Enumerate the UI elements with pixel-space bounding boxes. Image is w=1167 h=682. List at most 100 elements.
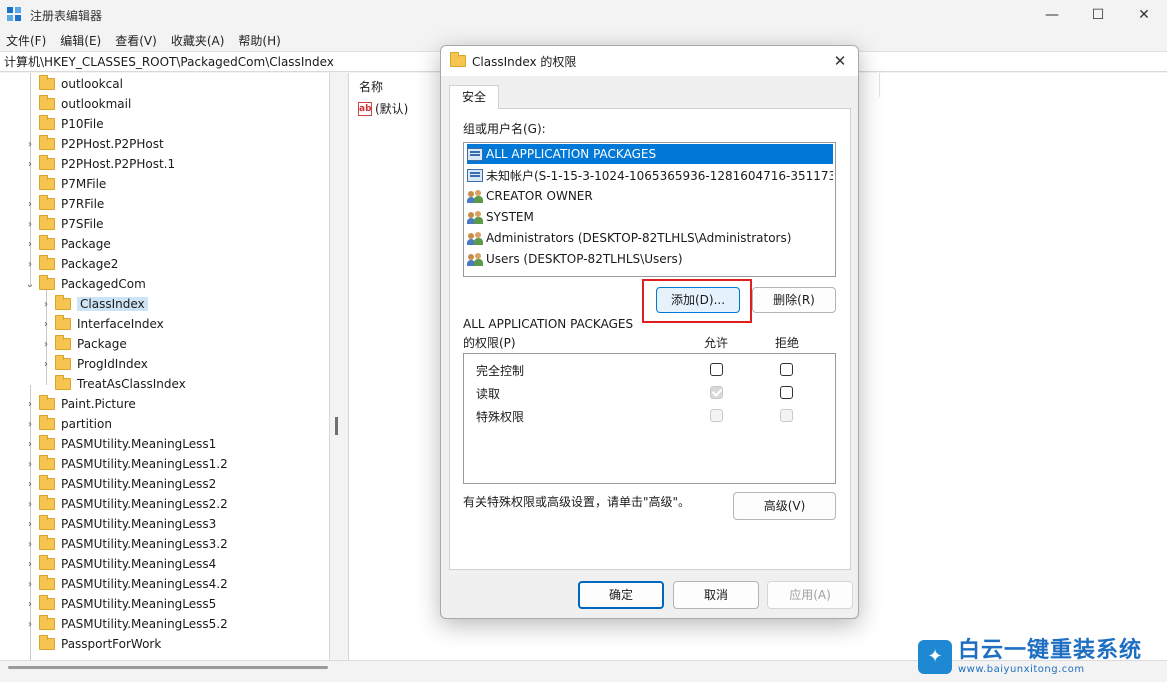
- chevron-right-icon[interactable]: ›: [25, 419, 35, 430]
- tree-item-label: Package: [77, 337, 127, 351]
- add-button[interactable]: 添加(D)...: [656, 287, 740, 313]
- deny-checkbox[interactable]: [780, 363, 793, 376]
- principal-item[interactable]: SYSTEM: [467, 207, 833, 227]
- pane-splitter[interactable]: [330, 73, 348, 660]
- horizontal-scrollbar[interactable]: [8, 666, 328, 669]
- minimize-button[interactable]: —: [1029, 0, 1075, 30]
- package-icon: [467, 147, 483, 161]
- principal-name: SYSTEM: [486, 210, 534, 224]
- chevron-right-icon[interactable]: ›: [25, 159, 35, 170]
- tree-item[interactable]: › Package: [41, 334, 127, 354]
- splitter-grip[interactable]: [335, 417, 338, 435]
- tree-item[interactable]: › PASMUtility.MeaningLess2: [25, 474, 216, 494]
- chevron-right-icon[interactable]: ›: [25, 579, 35, 590]
- tree-item-label: P7MFile: [61, 177, 107, 191]
- folder-icon: [39, 515, 55, 530]
- tree-item[interactable]: › PASMUtility.MeaningLess5: [25, 594, 216, 614]
- tab-security[interactable]: 安全: [449, 85, 499, 109]
- chevron-right-icon[interactable]: ›: [41, 339, 51, 350]
- tree-item[interactable]: › partition: [25, 414, 112, 434]
- advanced-button[interactable]: 高级(V): [733, 492, 836, 520]
- tree-item[interactable]: ⌄ PackagedCom: [25, 274, 146, 294]
- column-header-name[interactable]: 名称: [359, 78, 383, 95]
- tree-item[interactable]: › PASMUtility.MeaningLess4: [25, 554, 216, 574]
- tree-item[interactable]: › P2PHost.P2PHost.1: [25, 154, 175, 174]
- chevron-right-icon[interactable]: ›: [25, 599, 35, 610]
- principal-item[interactable]: Administrators (DESKTOP-82TLHLS\Administ…: [467, 228, 833, 248]
- apply-button[interactable]: 应用(A): [767, 581, 853, 609]
- principal-item[interactable]: CREATOR OWNER: [467, 186, 833, 206]
- folder-icon: [55, 355, 71, 370]
- tree-item[interactable]: › ClassIndex: [41, 294, 148, 314]
- tree-item[interactable]: outlookmail: [25, 94, 131, 114]
- permissions-list: 完全控制 读取 特殊权限: [463, 353, 836, 484]
- cancel-button[interactable]: 取消: [673, 581, 759, 609]
- principal-item[interactable]: Users (DESKTOP-82TLHLS\Users): [467, 249, 833, 269]
- chevron-right-icon[interactable]: ›: [25, 499, 35, 510]
- tree-item[interactable]: › P7SFile: [25, 214, 104, 234]
- menu-help[interactable]: 帮助(H): [238, 32, 280, 49]
- maximize-button[interactable]: ☐: [1075, 0, 1121, 30]
- chevron-right-icon[interactable]: ›: [25, 439, 35, 450]
- tree-item[interactable]: TreatAsClassIndex: [41, 374, 186, 394]
- tree-item[interactable]: › Package2: [25, 254, 118, 274]
- chevron-right-icon[interactable]: ›: [25, 199, 35, 210]
- chevron-right-icon[interactable]: ›: [25, 139, 35, 150]
- tree-item[interactable]: › PASMUtility.MeaningLess4.2: [25, 574, 228, 594]
- chevron-right-icon[interactable]: ›: [25, 239, 35, 250]
- chevron-right-icon[interactable]: ›: [25, 559, 35, 570]
- tree-item[interactable]: › PASMUtility.MeaningLess3: [25, 514, 216, 534]
- chevron-right-icon[interactable]: ›: [25, 219, 35, 230]
- deny-checkbox[interactable]: [780, 386, 793, 399]
- tree-item[interactable]: › P7RFile: [25, 194, 104, 214]
- tree-item[interactable]: › Paint.Picture: [25, 394, 136, 414]
- tree-item[interactable]: › InterfaceIndex: [41, 314, 164, 334]
- key-tree[interactable]: outlookcal outlookmail P10File › P2PHost.P2P…: [0, 73, 330, 660]
- folder-icon: [39, 555, 55, 570]
- dialog-title: ClassIndex 的权限: [472, 54, 577, 69]
- principal-item[interactable]: ALL APPLICATION PACKAGES: [467, 144, 833, 164]
- tree-item[interactable]: › PASMUtility.MeaningLess1: [25, 434, 216, 454]
- chevron-right-icon[interactable]: ›: [25, 459, 35, 470]
- tree-item[interactable]: P10File: [25, 114, 104, 134]
- chevron-down-icon[interactable]: ⌄: [25, 279, 35, 290]
- tree-item[interactable]: PassportForWork: [25, 634, 161, 654]
- tree-item[interactable]: › PASMUtility.MeaningLess3.2: [25, 534, 228, 554]
- tree-item[interactable]: › PASMUtility.MeaningLess1.2: [25, 454, 228, 474]
- value-row-default[interactable]: ab (默认): [358, 100, 408, 117]
- folder-icon: [39, 395, 55, 410]
- menu-view[interactable]: 查看(V): [115, 32, 157, 49]
- chevron-right-icon[interactable]: ›: [25, 259, 35, 270]
- tree-item-label: Package: [61, 237, 111, 251]
- principal-item[interactable]: 未知帐户(S-1-15-3-1024-1065365936-1281604716…: [467, 165, 833, 185]
- chevron-right-icon[interactable]: ›: [25, 539, 35, 550]
- chevron-right-icon[interactable]: ›: [25, 479, 35, 490]
- menu-favorites[interactable]: 收藏夹(A): [171, 32, 225, 49]
- dialog-close-button[interactable]: ✕: [830, 52, 850, 70]
- tree-item[interactable]: › PASMUtility.MeaningLess2.2: [25, 494, 228, 514]
- menu-file[interactable]: 文件(F): [6, 32, 46, 49]
- ok-button[interactable]: 确定: [578, 581, 664, 609]
- column-separator[interactable]: [879, 73, 880, 97]
- chevron-right-icon[interactable]: ›: [25, 519, 35, 530]
- close-button[interactable]: ✕: [1121, 0, 1167, 30]
- tree-item[interactable]: › Package: [25, 234, 111, 254]
- chevron-right-icon[interactable]: ›: [41, 359, 51, 370]
- chevron-right-icon[interactable]: ›: [41, 299, 51, 310]
- principal-list[interactable]: ALL APPLICATION PACKAGES 未知帐户(S-1-15-3-10…: [463, 142, 836, 277]
- tree-item[interactable]: P7MFile: [25, 174, 106, 194]
- menu-edit[interactable]: 编辑(E): [60, 32, 101, 49]
- tree-item-label: partition: [61, 417, 112, 431]
- allow-checkbox[interactable]: [710, 363, 723, 376]
- folder-icon: [55, 335, 71, 350]
- chevron-right-icon[interactable]: ›: [25, 619, 35, 630]
- window-title: 注册表编辑器: [30, 8, 103, 23]
- remove-button[interactable]: 删除(R): [752, 287, 836, 313]
- tree-item[interactable]: outlookcal: [25, 74, 123, 94]
- watermark-url: www.baiyunxitong.com: [958, 664, 1085, 675]
- chevron-right-icon[interactable]: ›: [25, 399, 35, 410]
- tree-item[interactable]: › ProgIdIndex: [41, 354, 148, 374]
- chevron-right-icon[interactable]: ›: [41, 319, 51, 330]
- tree-item[interactable]: › PASMUtility.MeaningLess5.2: [25, 614, 228, 634]
- tree-item[interactable]: › P2PHost.P2PHost: [25, 134, 164, 154]
